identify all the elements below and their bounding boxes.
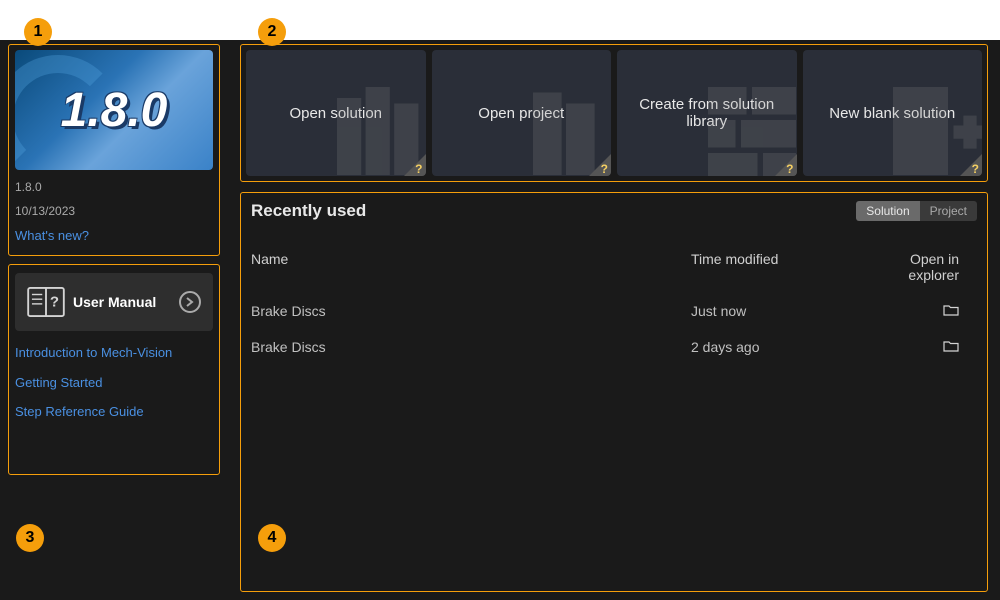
tab-solution[interactable]: Solution	[856, 201, 919, 221]
version-banner: 1.8.0	[15, 50, 213, 170]
version-banner-text: 1.8.0	[61, 83, 168, 138]
annotation-badge-4: 4	[258, 524, 286, 552]
chevron-right-icon	[179, 291, 201, 313]
whats-new-link[interactable]: What's new?	[15, 228, 213, 243]
book-icon: ?	[27, 287, 65, 317]
topbar	[0, 0, 1000, 40]
table-header: Name Time modified Open in explorer	[251, 241, 977, 293]
sidebar: 1.8.0 1.8.0 10/13/2023 What's new? ? Use…	[0, 40, 228, 600]
user-manual-panel: ? User Manual Introduction to Mech-Visio…	[8, 264, 220, 475]
version-date: 10/13/2023	[15, 204, 213, 218]
help-q-icon: ?	[972, 162, 979, 176]
help-q-icon: ?	[601, 162, 608, 176]
action-cards-row: Open solution ? Open project ? Create fr…	[240, 44, 988, 182]
manual-link-intro[interactable]: Introduction to Mech-Vision	[15, 345, 213, 361]
user-manual-title: User Manual	[73, 294, 171, 310]
help-q-icon: ?	[415, 162, 422, 176]
col-header-name: Name	[251, 251, 691, 283]
recently-used-panel: Recently used Solution Project Name Time…	[240, 192, 988, 592]
version-number: 1.8.0	[15, 180, 213, 194]
open-project-card[interactable]: Open project ?	[432, 50, 612, 176]
annotation-badge-3: 3	[16, 524, 44, 552]
recent-tab-group: Solution Project	[856, 201, 977, 221]
col-header-time: Time modified	[691, 251, 861, 283]
recently-used-title: Recently used	[251, 201, 366, 221]
open-solution-card[interactable]: Open solution ?	[246, 50, 426, 176]
table-row[interactable]: Brake Discs Just now	[251, 293, 977, 329]
folder-icon	[943, 304, 959, 316]
create-from-library-card[interactable]: Create from solution library ?	[617, 50, 797, 176]
recent-table: Name Time modified Open in explorer Brak…	[251, 241, 977, 365]
annotation-badge-2: 2	[258, 18, 286, 46]
folder-icon	[943, 340, 959, 352]
annotation-badge-1: 1	[24, 18, 52, 46]
help-q-icon: ?	[786, 162, 793, 176]
manual-link-step-ref[interactable]: Step Reference Guide	[15, 404, 213, 420]
table-row[interactable]: Brake Discs 2 days ago	[251, 329, 977, 365]
user-manual-card[interactable]: ? User Manual	[15, 273, 213, 331]
row-open-in-explorer[interactable]	[861, 303, 977, 319]
new-blank-solution-card[interactable]: New blank solution ?	[803, 50, 983, 176]
row-time: 2 days ago	[691, 339, 861, 355]
main-area: Open solution ? Open project ? Create fr…	[228, 40, 1000, 600]
row-name: Brake Discs	[251, 339, 691, 355]
col-header-open: Open in explorer	[861, 251, 977, 283]
version-info-panel: 1.8.0 1.8.0 10/13/2023 What's new?	[8, 44, 220, 256]
row-time: Just now	[691, 303, 861, 319]
tab-project[interactable]: Project	[920, 201, 977, 221]
row-name: Brake Discs	[251, 303, 691, 319]
row-open-in-explorer[interactable]	[861, 339, 977, 355]
svg-text:?: ?	[50, 294, 59, 311]
manual-link-getting-started[interactable]: Getting Started	[15, 375, 213, 391]
